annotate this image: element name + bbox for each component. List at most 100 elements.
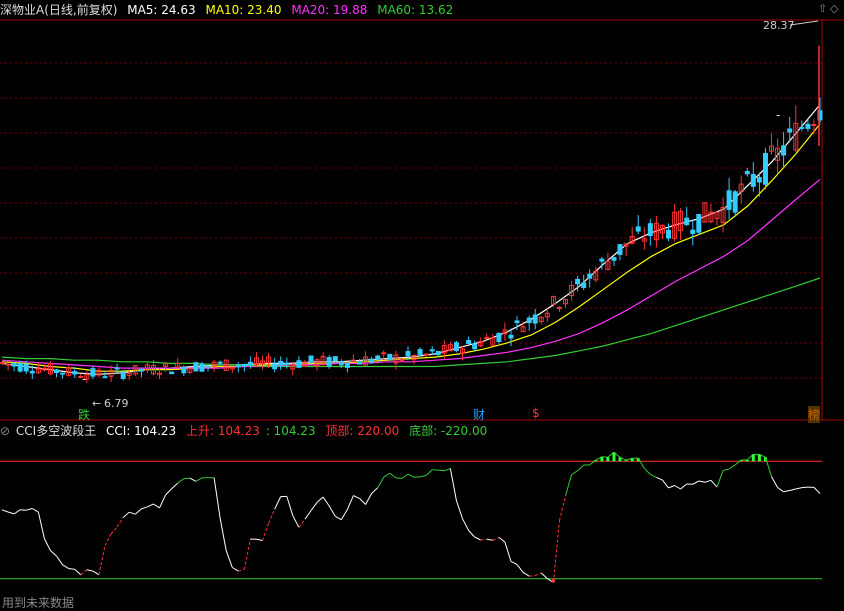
candle-body — [787, 128, 793, 133]
cci-segment — [486, 538, 493, 541]
cci-segment — [383, 472, 391, 478]
cci-segment — [577, 464, 585, 472]
cci-segment — [662, 479, 669, 489]
cci-segment — [238, 568, 245, 572]
candle-body — [169, 371, 175, 375]
candle-body — [387, 353, 393, 361]
candle-body — [453, 342, 459, 352]
cci-segment — [147, 503, 154, 508]
marker-dollar[interactable]: $ — [532, 406, 540, 420]
cci-segment — [444, 468, 451, 472]
cci-segment — [20, 509, 27, 511]
cci-segment — [304, 510, 312, 520]
cci-segment — [365, 493, 373, 505]
candle-body — [466, 340, 472, 344]
stock-title[interactable]: 深物业A(日线,前复权) — [0, 3, 117, 17]
cci-segment — [213, 477, 221, 519]
candle-body — [423, 353, 429, 356]
marker-finance[interactable]: 财 — [473, 406, 485, 423]
cci-segment — [159, 494, 167, 509]
cci-segment — [110, 526, 118, 535]
main-panel-header: 深物业A(日线,前复权) MA5: 24.63 MA10: 23.40 MA20… — [0, 1, 459, 19]
candle-body — [635, 226, 641, 232]
cci-segment — [637, 457, 645, 469]
candle-body — [526, 317, 532, 324]
candle-body — [29, 370, 35, 374]
indicator-title[interactable]: CCI多空波段王 — [16, 424, 96, 438]
cci-segment — [504, 541, 512, 562]
candle-body — [338, 361, 344, 366]
cci-segment — [328, 505, 336, 517]
cci-segment — [1, 509, 9, 513]
up-arrow-icon[interactable]: ⇧ — [818, 2, 827, 15]
dash-mark: - — [82, 372, 87, 386]
cci-segment — [710, 479, 718, 488]
dash-mark: - — [776, 108, 781, 122]
cci-segment — [529, 575, 536, 577]
cci-segment — [183, 477, 190, 480]
cci-segment — [62, 564, 69, 570]
candle-body — [357, 361, 362, 365]
candle-body — [399, 359, 405, 362]
cci-segment — [480, 538, 487, 541]
low-price-label: 6.79 — [104, 397, 129, 410]
cci-segment — [56, 555, 64, 566]
cci-segment — [777, 487, 784, 493]
marker-ranking[interactable]: 榜 — [808, 406, 821, 423]
cci-segment — [86, 569, 94, 572]
cci-segment — [407, 473, 415, 478]
candle-body — [369, 358, 375, 364]
ma-line-ma10 — [1, 123, 821, 372]
ma5-label: MA5: 24.63 — [127, 3, 196, 17]
cci-segment — [571, 470, 578, 475]
candle-body — [247, 361, 253, 365]
future-data-note: 用到未来数据 — [2, 596, 75, 610]
candle-body — [114, 367, 120, 370]
cci-segment — [656, 476, 663, 481]
candle-body — [575, 278, 581, 285]
cci-segment — [43, 538, 51, 551]
cci-segment — [498, 537, 506, 543]
cci-segment — [552, 520, 560, 583]
top-threshold: 顶部: 220.00 — [325, 424, 400, 438]
cci-segment — [371, 487, 379, 494]
cci-segment — [310, 502, 318, 511]
cci-segment — [262, 523, 270, 541]
marker-fall[interactable]: 跌 — [78, 406, 90, 423]
cci-segment — [195, 477, 203, 482]
candle-body — [696, 214, 702, 233]
ma10-label: MA10: 23.40 — [205, 3, 282, 17]
candle-body — [278, 360, 284, 366]
candle-body — [429, 349, 435, 352]
candle-body — [435, 351, 441, 356]
candle-body — [284, 362, 290, 365]
cci-segment — [674, 485, 681, 490]
cci-segment — [455, 500, 463, 519]
cci-segment — [783, 490, 790, 493]
diamond-icon[interactable]: ◇ — [830, 2, 838, 15]
candle-body — [326, 357, 332, 367]
cci-segment — [171, 482, 179, 489]
candle-body — [0, 362, 5, 365]
cci-segment — [795, 487, 802, 490]
cci-segment — [680, 483, 688, 490]
cci-segment — [98, 545, 106, 575]
cci-segment — [771, 476, 779, 488]
cci-segment — [104, 533, 112, 546]
cci-segment — [540, 572, 548, 579]
cci-segment — [801, 486, 808, 489]
cci-segment — [401, 473, 409, 479]
high-price-label: 28.37 — [763, 19, 795, 32]
candle-body — [666, 229, 671, 239]
cci-segment — [395, 477, 402, 479]
cci-segment — [298, 518, 306, 528]
collapse-icon[interactable]: ⊘ — [0, 424, 10, 438]
cci-segment — [789, 488, 796, 491]
ma-line-ma60 — [1, 277, 821, 368]
cci-segment — [510, 560, 518, 565]
candle-body — [599, 258, 605, 262]
cci-segment — [559, 495, 566, 521]
cci-segment — [256, 538, 263, 541]
cci-segment — [165, 488, 173, 496]
low-price-arrow-icon: ← — [92, 397, 102, 410]
